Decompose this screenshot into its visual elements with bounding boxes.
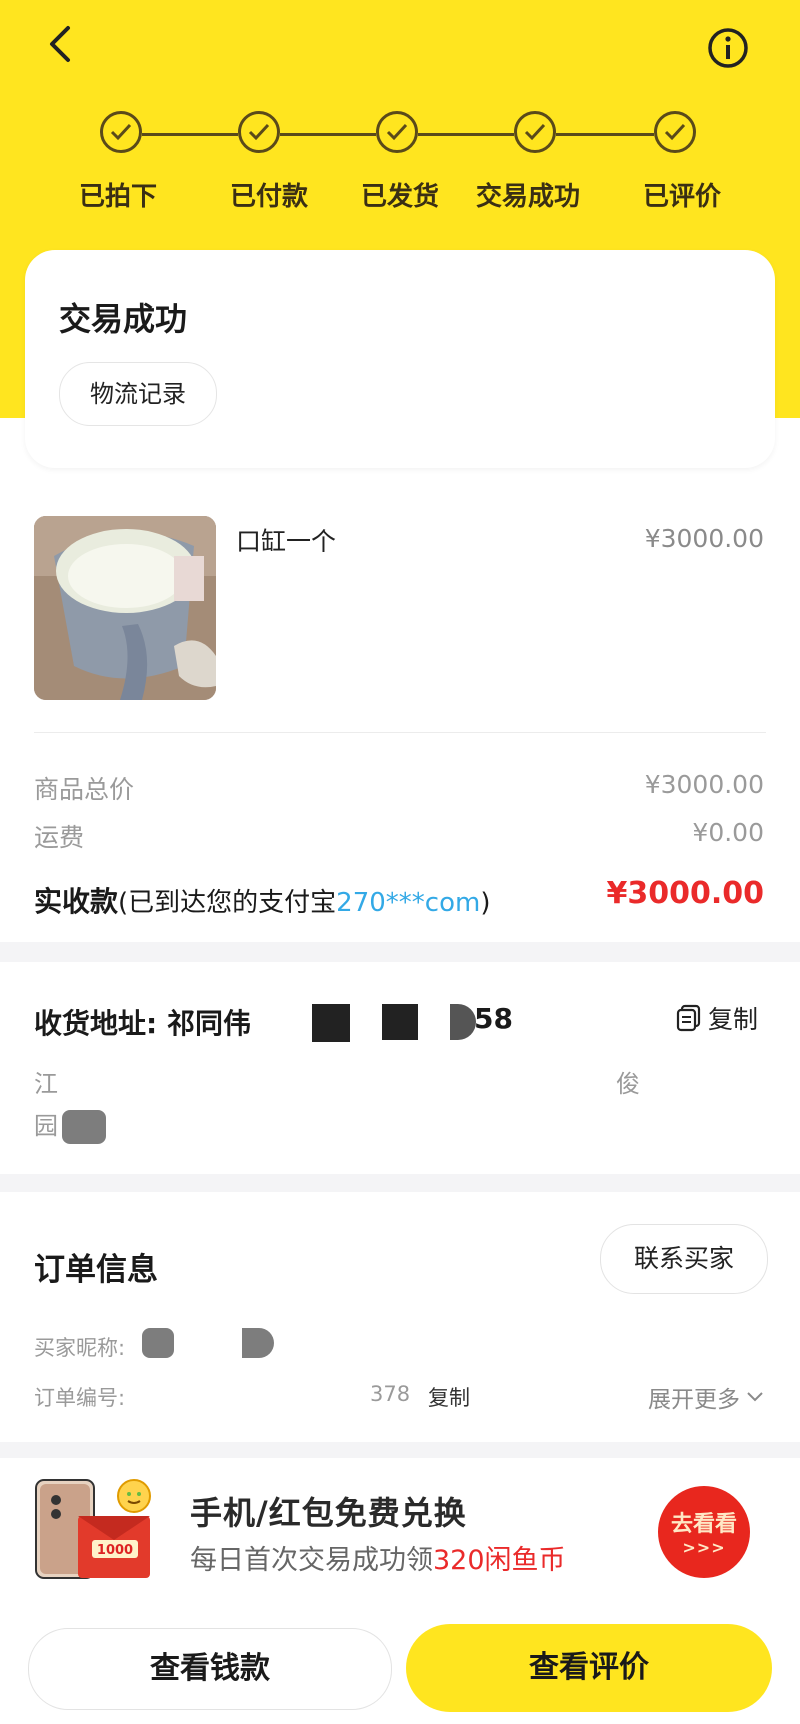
address-line-1: 江 — [34, 1070, 58, 1098]
copy-address-button[interactable]: 复制 — [676, 1000, 758, 1036]
net-label-strong: 实收款 — [34, 885, 119, 918]
go-look-button[interactable]: 去看看 >>> — [658, 1486, 750, 1578]
section-divider — [0, 942, 800, 962]
promo-subtitle-highlight: 320闲鱼币 — [433, 1545, 566, 1576]
redaction-mark — [312, 1004, 350, 1042]
address-line-2: 园 — [34, 1112, 58, 1140]
expand-label: 展开更多 — [648, 1387, 740, 1413]
go-look-arrows: >>> — [682, 1538, 726, 1557]
contact-buyer-button[interactable]: 联系买家 — [600, 1224, 768, 1294]
step-label-reviewed: 已评价 — [642, 182, 721, 212]
promo-badge-amount: 1000 — [97, 1543, 133, 1558]
chevron-down-icon — [747, 1392, 763, 1402]
check-circle-icon — [514, 111, 556, 153]
phone-tail: 58 — [474, 1002, 513, 1035]
total-value: ¥3000.00 — [644, 770, 764, 799]
expand-more-button[interactable]: 展开更多 — [648, 1380, 764, 1414]
step-connector — [280, 133, 376, 136]
shipping-label: 运费 — [34, 823, 85, 852]
status-card: 交易成功 物流记录 — [25, 250, 775, 468]
check-circle-icon — [238, 111, 280, 153]
redaction-mark — [142, 1328, 174, 1358]
copy-label: 复制 — [708, 1005, 759, 1034]
section-divider — [0, 1174, 800, 1192]
order-number-label: 订单编号: — [34, 1386, 126, 1410]
promo-title[interactable]: 手机/红包免费兑换 — [190, 1488, 467, 1534]
alipay-account: 270***com — [336, 888, 481, 918]
copy-icon — [676, 1004, 701, 1032]
redaction-mark — [62, 1110, 106, 1144]
check-circle-icon — [654, 111, 696, 153]
step-connector — [142, 133, 238, 136]
divider — [34, 732, 766, 733]
net-received-label: 实收款(已到达您的支付宝270***com) — [34, 880, 490, 920]
step-label-shipped: 已发货 — [360, 182, 439, 212]
info-icon[interactable] — [706, 26, 750, 70]
status-title: 交易成功 — [59, 300, 188, 338]
promo-subtitle: 每日首次交易成功领320闲鱼币 — [190, 1538, 566, 1577]
back-arrow-icon[interactable] — [40, 22, 84, 66]
product-price: ¥3000.00 — [644, 524, 764, 553]
net-received-value: ¥3000.00 — [606, 876, 764, 911]
address-title: 收货地址: 祁同伟 — [34, 1007, 251, 1040]
view-review-button[interactable]: 查看评价 — [406, 1624, 772, 1712]
progress-steps: 已拍下 已付款 已发货 交易成功 已评价 — [0, 106, 800, 216]
go-look-label: 去看看 — [670, 1512, 737, 1537]
check-circle-icon — [376, 111, 418, 153]
promo-phone-redpacket-image[interactable]: 1000 — [34, 1476, 174, 1582]
address-line-1-end: 俊 — [616, 1070, 640, 1098]
product-name[interactable]: 口缸一个 — [236, 522, 336, 558]
redaction-mark — [242, 1328, 274, 1358]
net-note-prefix: (已到达您的支付宝 — [118, 888, 337, 918]
promo-subtitle-prefix: 每日首次交易成功领 — [190, 1545, 433, 1576]
step-connector — [418, 133, 514, 136]
buyer-nickname-label: 买家昵称: — [34, 1336, 126, 1360]
total-label: 商品总价 — [34, 775, 135, 804]
logistics-button[interactable]: 物流记录 — [59, 362, 217, 426]
step-connector — [556, 133, 654, 136]
copy-order-number-button[interactable]: 复制 — [428, 1382, 470, 1412]
step-label-placed: 已拍下 — [78, 182, 157, 212]
order-number-value: 378 — [370, 1382, 411, 1406]
shipping-value: ¥0.00 — [692, 818, 764, 847]
order-info-title: 订单信息 — [34, 1252, 158, 1288]
redaction-mark — [382, 1004, 418, 1040]
product-thumbnail[interactable] — [34, 516, 216, 700]
check-circle-icon — [100, 111, 142, 153]
section-divider — [0, 1442, 800, 1458]
step-label-paid: 已付款 — [229, 182, 308, 212]
view-payment-button[interactable]: 查看钱款 — [28, 1628, 392, 1710]
net-note-suffix: ) — [480, 888, 491, 918]
step-label-success: 交易成功 — [475, 182, 580, 212]
redaction-mark — [450, 1004, 476, 1040]
